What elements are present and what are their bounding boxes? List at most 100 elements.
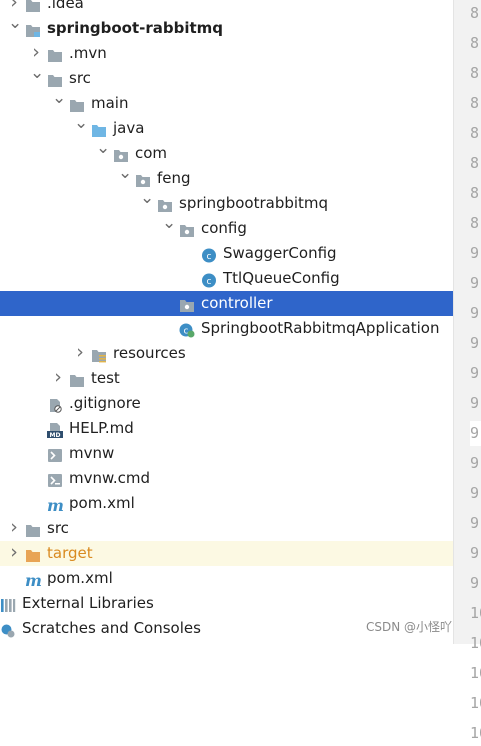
watermark: CSDN @小怪吖 — [366, 620, 453, 634]
tree-item-label: .gitignore — [69, 394, 141, 412]
tree-item[interactable]: › .idea — [0, 0, 453, 16]
tree-item[interactable]: › target — [0, 541, 453, 566]
tree-item[interactable]: m pom.xml — [0, 491, 453, 516]
chevron-down-icon[interactable]: ⌄ — [140, 190, 154, 216]
svg-text:m: m — [25, 573, 42, 588]
line-number: 9 — [470, 544, 480, 562]
chevron-down-icon[interactable]: ⌄ — [74, 115, 88, 141]
chevron-down-icon[interactable]: ⌄ — [30, 65, 44, 91]
tree-item[interactable]: controller — [0, 291, 453, 316]
line-number: 9 — [470, 304, 480, 322]
line-number: 8 — [470, 64, 480, 82]
library-icon — [0, 596, 16, 612]
line-number: 9 — [470, 421, 481, 446]
tree-item[interactable]: c SwaggerConfig — [0, 241, 453, 266]
tree-item-label: SpringbootRabbitmqApplication — [201, 319, 440, 337]
excluded-folder-icon — [25, 546, 41, 562]
chevron-right-icon[interactable]: › — [8, 516, 20, 541]
spring-boot-class-icon: c — [179, 321, 195, 338]
tree-item-label: feng — [157, 169, 191, 187]
line-number: 8 — [470, 184, 480, 202]
markdown-icon: MD — [47, 421, 63, 439]
tree-item[interactable]: › External Libraries — [0, 591, 453, 616]
tree-item-label: Scratches and Consoles — [22, 619, 201, 637]
tree-item[interactable]: ⌄ com — [0, 140, 453, 166]
line-number: 9 — [470, 274, 480, 292]
chevron-down-icon[interactable]: ⌄ — [8, 15, 22, 41]
tree-item[interactable]: ⌄ feng — [0, 165, 453, 191]
tree-item-label: mvnw — [69, 444, 115, 462]
folder-icon — [69, 371, 85, 387]
package-icon — [113, 146, 129, 162]
line-number: 10 — [470, 724, 481, 742]
tree-item-label: .mvn — [69, 44, 107, 62]
chevron-right-icon[interactable]: › — [74, 341, 86, 366]
tree-item[interactable]: ⌄ main — [0, 90, 453, 116]
line-number: 8 — [470, 154, 480, 172]
tree-item[interactable]: › test — [0, 366, 453, 391]
chevron-down-icon[interactable]: ⌄ — [118, 165, 132, 191]
svg-text:m: m — [47, 498, 64, 513]
tree-item-label: mvnw.cmd — [69, 469, 151, 487]
chevron-down-icon[interactable]: ⌄ — [52, 90, 66, 116]
tree-item[interactable]: m pom.xml — [0, 566, 453, 591]
cmd-icon — [47, 471, 63, 487]
folder-icon — [47, 71, 63, 87]
line-number: 10 — [470, 664, 481, 682]
resources-folder-icon — [91, 346, 107, 363]
tree-item[interactable]: › .mvn — [0, 41, 453, 66]
tree-item[interactable]: ⌄ java — [0, 115, 453, 141]
line-number: 8 — [470, 4, 480, 22]
tree-item[interactable]: c SpringbootRabbitmqApplication — [0, 316, 453, 341]
folder-icon — [25, 0, 41, 12]
tree-item[interactable]: mvnw.cmd — [0, 466, 453, 491]
line-number: 9 — [470, 364, 480, 382]
package-icon — [135, 171, 151, 187]
line-number: 8 — [470, 94, 480, 112]
tree-item-label: pom.xml — [69, 494, 135, 512]
chevron-right-icon[interactable]: › — [52, 366, 64, 391]
maven-icon: m — [25, 571, 42, 590]
tree-item[interactable]: c TtlQueueConfig — [0, 266, 453, 291]
folder-icon — [25, 521, 41, 537]
line-number: 9 — [470, 574, 480, 592]
maven-icon: m — [47, 496, 64, 515]
line-number: 10 — [470, 604, 481, 622]
chevron-down-icon[interactable]: ⌄ — [96, 140, 110, 166]
tree-item-label: TtlQueueConfig — [223, 269, 340, 287]
source-folder-icon — [91, 121, 107, 137]
package-icon — [179, 221, 195, 237]
tree-item[interactable]: MD HELP.md — [0, 416, 453, 441]
tree-item[interactable]: ⌄ springbootrabbitmq — [0, 190, 453, 216]
tree-item-label: com — [135, 144, 168, 162]
tree-item[interactable]: mvnw — [0, 441, 453, 466]
line-number: 9 — [470, 244, 480, 262]
tree-item[interactable]: ⌄ src — [0, 65, 453, 91]
tree-item-label: External Libraries — [22, 594, 154, 612]
line-number: 9 — [470, 484, 480, 502]
tree-item-label: main — [91, 94, 129, 112]
tree-item[interactable]: ⌄ config — [0, 215, 453, 241]
tree-item-label: springboot-rabbitmq — [47, 19, 224, 37]
chevron-right-icon[interactable]: › — [8, 541, 20, 566]
tree-item[interactable]: › src — [0, 516, 453, 541]
tree-item-label: test — [91, 369, 120, 387]
package-icon — [157, 196, 173, 212]
svg-text:c: c — [207, 252, 212, 262]
tree-item[interactable]: ⌄ springboot-rabbitmq — [0, 15, 453, 41]
tree-item-label: src — [69, 69, 91, 87]
tree-item[interactable]: .gitignore — [0, 391, 453, 416]
line-number: 10 — [470, 694, 481, 712]
chevron-down-icon[interactable]: ⌄ — [162, 215, 176, 241]
shell-icon — [47, 446, 63, 462]
tree-item[interactable]: › resources — [0, 341, 453, 366]
svg-text:c: c — [207, 277, 212, 287]
tree-item-label: pom.xml — [47, 569, 113, 587]
tree-item-label: config — [201, 219, 247, 237]
module-folder-icon — [25, 21, 41, 37]
folder-icon — [69, 96, 85, 112]
java-class-icon: c — [201, 246, 217, 263]
folder-icon — [47, 46, 63, 62]
tree-item-label: java — [113, 119, 145, 137]
tree-item-label: src — [47, 519, 69, 537]
